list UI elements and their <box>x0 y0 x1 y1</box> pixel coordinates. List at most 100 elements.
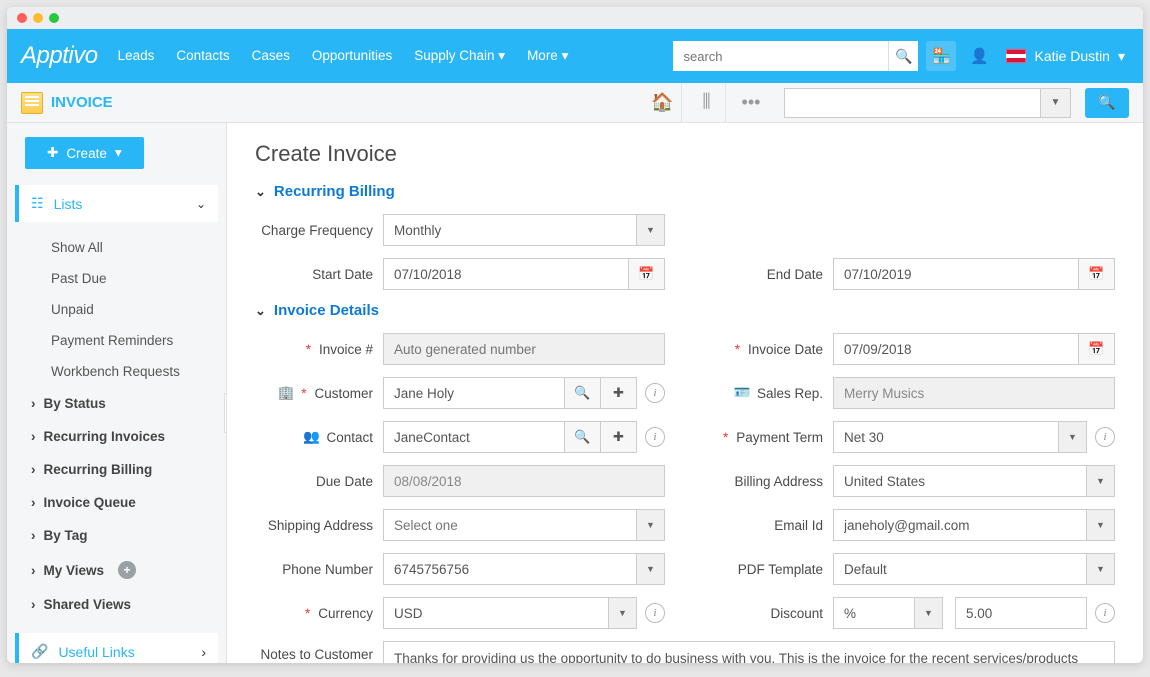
search-icon[interactable]: 🔍 <box>565 421 601 453</box>
invoice-icon <box>21 92 43 114</box>
label-currency: *Currency <box>255 606 383 621</box>
plus-icon[interactable]: ✚ <box>601 377 637 409</box>
home-icon[interactable]: 🏠 <box>644 84 682 122</box>
billing-address-select[interactable] <box>833 465 1087 497</box>
info-icon[interactable]: i <box>645 603 665 623</box>
chevron-right-icon <box>31 429 36 444</box>
module-search-input[interactable] <box>785 89 1040 117</box>
global-search: 🔍 <box>673 41 918 71</box>
section-invoice-details[interactable]: ⌄ Invoice Details <box>255 302 1115 319</box>
sidebar-my-views[interactable]: My Views+ <box>15 552 218 588</box>
sidebar-shared-views[interactable]: Shared Views <box>15 588 218 621</box>
sidebar-payment-reminders[interactable]: Payment Reminders <box>15 325 218 356</box>
shipping-address-select[interactable] <box>383 509 637 541</box>
nav-leads[interactable]: Leads <box>118 48 155 64</box>
dropdown-icon[interactable]: ▼ <box>915 597 943 629</box>
customer-input[interactable] <box>383 377 565 409</box>
chevron-down-icon: ▾ <box>115 145 122 161</box>
discount-value-input[interactable] <box>955 597 1087 629</box>
info-icon[interactable]: i <box>645 383 665 403</box>
label-start-date: Start Date <box>255 267 383 282</box>
dropdown-icon[interactable]: ▼ <box>609 597 637 629</box>
label-end-date: End Date <box>705 267 833 282</box>
label-shipping-address: Shipping Address <box>255 518 383 533</box>
info-icon[interactable]: i <box>1095 427 1115 447</box>
search-button[interactable]: 🔍 <box>888 41 918 71</box>
start-date-input[interactable] <box>383 258 629 290</box>
sidebar-past-due[interactable]: Past Due <box>15 263 218 294</box>
create-button[interactable]: ✚ Create ▾ <box>25 137 144 169</box>
more-icon[interactable]: ••• <box>732 84 770 122</box>
nav-opportunities[interactable]: Opportunities <box>312 48 392 64</box>
payment-term-select[interactable] <box>833 421 1059 453</box>
search-icon[interactable]: 🔍 <box>565 377 601 409</box>
store-icon[interactable]: 🏪 <box>926 41 956 71</box>
chart-icon[interactable]: ⫼ <box>688 84 726 122</box>
sidebar-recurring-invoices[interactable]: Recurring Invoices <box>15 420 218 453</box>
building-icon: 🏢 <box>277 384 295 402</box>
nav-contacts[interactable]: Contacts <box>176 48 229 64</box>
nav-more[interactable]: More ▾ <box>527 48 568 64</box>
chevron-down-icon: ▾ <box>498 48 505 63</box>
search-dropdown[interactable]: ▼ <box>1040 89 1070 117</box>
app-logo[interactable]: Apptivo <box>21 42 98 70</box>
module-search-button[interactable]: 🔍 <box>1085 88 1129 118</box>
sidebar-show-all[interactable]: Show All <box>15 232 218 263</box>
module-title[interactable]: INVOICE <box>21 92 113 114</box>
search-input[interactable] <box>673 41 888 71</box>
currency-select[interactable] <box>383 597 609 629</box>
plus-icon[interactable]: ✚ <box>601 421 637 453</box>
close-window-icon[interactable] <box>17 13 27 23</box>
invoice-date-input[interactable] <box>833 333 1079 365</box>
minimize-window-icon[interactable] <box>33 13 43 23</box>
chevron-right-icon <box>31 563 36 578</box>
email-select[interactable] <box>833 509 1087 541</box>
nav-supply-chain[interactable]: Supply Chain ▾ <box>414 48 505 64</box>
pdf-template-select[interactable] <box>833 553 1087 585</box>
calendar-icon[interactable]: 📅 <box>1079 258 1115 290</box>
chevron-down-icon: ⌄ <box>255 184 266 200</box>
dropdown-icon[interactable]: ▼ <box>637 553 665 585</box>
label-contact: 👥Contact <box>255 428 383 446</box>
invoice-number-input <box>383 333 665 365</box>
charge-frequency-select[interactable] <box>383 214 637 246</box>
sidebar-lists-header[interactable]: ☷ Lists ⌄ <box>15 185 218 222</box>
sidebar-by-status[interactable]: By Status <box>15 387 218 420</box>
end-date-input[interactable] <box>833 258 1079 290</box>
info-icon[interactable]: i <box>1095 603 1115 623</box>
notes-textarea[interactable] <box>383 641 1115 663</box>
dropdown-icon[interactable]: ▼ <box>637 214 665 246</box>
sales-rep-input[interactable] <box>833 377 1115 409</box>
sub-header: INVOICE 🏠 ⫼ ••• ▼ 🔍 <box>7 83 1143 123</box>
dropdown-icon[interactable]: ▼ <box>637 509 665 541</box>
calendar-icon[interactable]: 📅 <box>1079 333 1115 365</box>
nav-cases[interactable]: Cases <box>252 48 290 64</box>
contact-input[interactable] <box>383 421 565 453</box>
chevron-right-icon: › <box>201 644 206 660</box>
discount-type-select[interactable] <box>833 597 915 629</box>
main-nav: Apptivo Leads Contacts Cases Opportuniti… <box>7 29 1143 83</box>
dropdown-icon[interactable]: ▼ <box>1087 553 1115 585</box>
dropdown-icon[interactable]: ▼ <box>1059 421 1087 453</box>
dropdown-icon[interactable]: ▼ <box>1087 465 1115 497</box>
calendar-icon[interactable]: 📅 <box>629 258 665 290</box>
label-pdf-template: PDF Template <box>705 562 833 577</box>
plus-icon[interactable]: + <box>118 561 136 579</box>
sidebar-invoice-queue[interactable]: Invoice Queue <box>15 486 218 519</box>
label-sales-rep: 🪪Sales Rep. <box>705 384 833 402</box>
sidebar-collapse-button[interactable]: ◀ <box>224 393 227 433</box>
sidebar-recurring-billing[interactable]: Recurring Billing <box>15 453 218 486</box>
maximize-window-icon[interactable] <box>49 13 59 23</box>
phone-select[interactable] <box>383 553 637 585</box>
label-billing-address: Billing Address <box>705 474 833 489</box>
sidebar-workbench-requests[interactable]: Workbench Requests <box>15 356 218 387</box>
sidebar-useful-links[interactable]: 🔗 Useful Links › <box>15 633 218 663</box>
people-icon: 👥 <box>302 428 320 446</box>
info-icon[interactable]: i <box>645 427 665 447</box>
dropdown-icon[interactable]: ▼ <box>1087 509 1115 541</box>
sidebar-unpaid[interactable]: Unpaid <box>15 294 218 325</box>
section-recurring-billing[interactable]: ⌄ Recurring Billing <box>255 183 1115 200</box>
user-menu[interactable]: Katie Dustin ▾ <box>1002 48 1129 65</box>
profile-icon[interactable]: 👤 <box>964 41 994 71</box>
sidebar-by-tag[interactable]: By Tag <box>15 519 218 552</box>
